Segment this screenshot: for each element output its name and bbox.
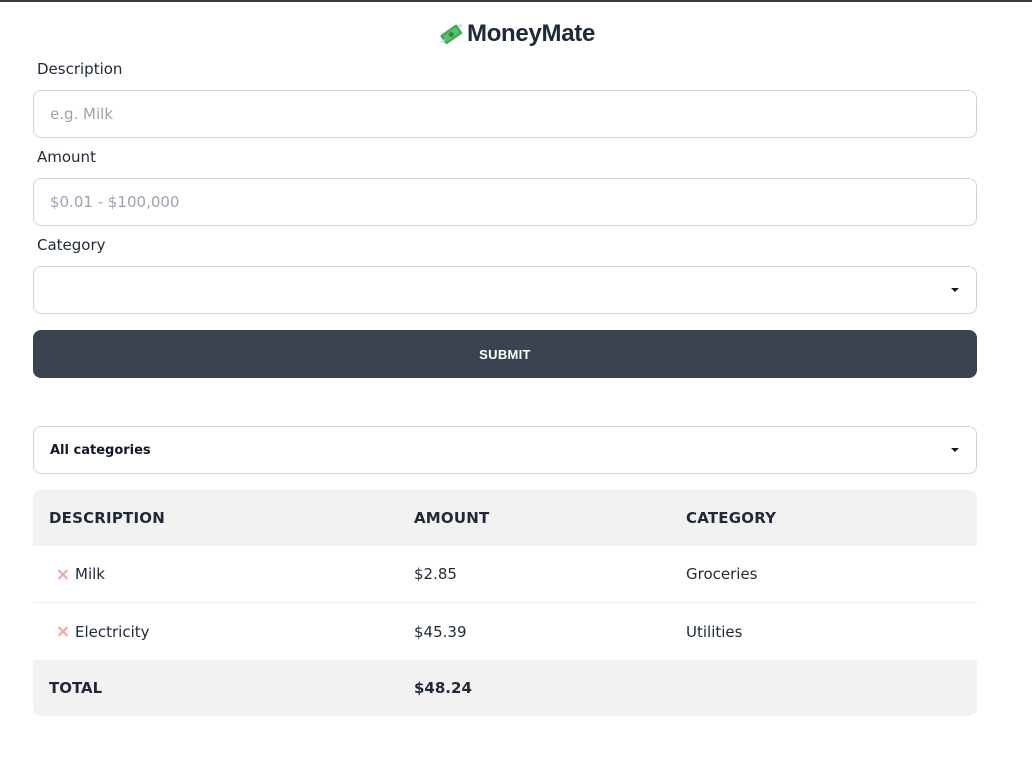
category-filter-select[interactable]: All categories [33,426,977,474]
category-label: Category [37,236,106,254]
total-amount: $48.24 [414,679,472,697]
amount-input[interactable]: $0.01 - $100,000 [33,178,977,226]
brand: MoneyMate [437,20,595,48]
row-description-cell: Electricity [33,623,414,641]
chevron-down-icon [951,448,959,452]
row-description: Electricity [75,622,150,641]
description-label: Description [37,60,123,78]
row-description: Milk [75,565,105,583]
table-row: Milk $2.85 Groceries [33,546,977,603]
amount-label: Amount [37,148,96,166]
row-category: Utilities [686,622,743,641]
amount-placeholder: $0.01 - $100,000 [50,193,180,211]
app-title: MoneyMate [467,20,595,47]
column-header-description: DESCRIPTION [49,509,165,527]
table-total-row: TOTAL $48.24 [33,660,977,716]
app-header: MoneyMate [0,2,1032,64]
submit-button[interactable]: SUBMIT [33,330,977,378]
table-row: Electricity $45.39 Utilities [33,603,977,660]
column-header-amount: AMOUNT [414,509,490,527]
category-select[interactable] [33,266,977,314]
row-category: Groceries [686,565,758,583]
row-amount: $2.85 [414,565,457,583]
category-filter-value: All categories [50,442,151,458]
row-amount: $45.39 [414,622,467,641]
description-input[interactable]: e.g. Milk [33,90,977,138]
delete-icon[interactable] [57,625,70,638]
chevron-down-icon [951,288,959,292]
column-header-category: CATEGORY [686,509,777,527]
money-with-wings-icon [439,23,463,45]
expenses-table: DESCRIPTION AMOUNT CATEGORY Milk $2.85 G… [33,490,977,716]
row-description-cell: Milk [33,565,414,583]
delete-icon[interactable] [57,568,70,581]
description-placeholder: e.g. Milk [50,105,114,123]
total-label: TOTAL [49,679,103,697]
table-header-row: DESCRIPTION AMOUNT CATEGORY [33,490,977,546]
